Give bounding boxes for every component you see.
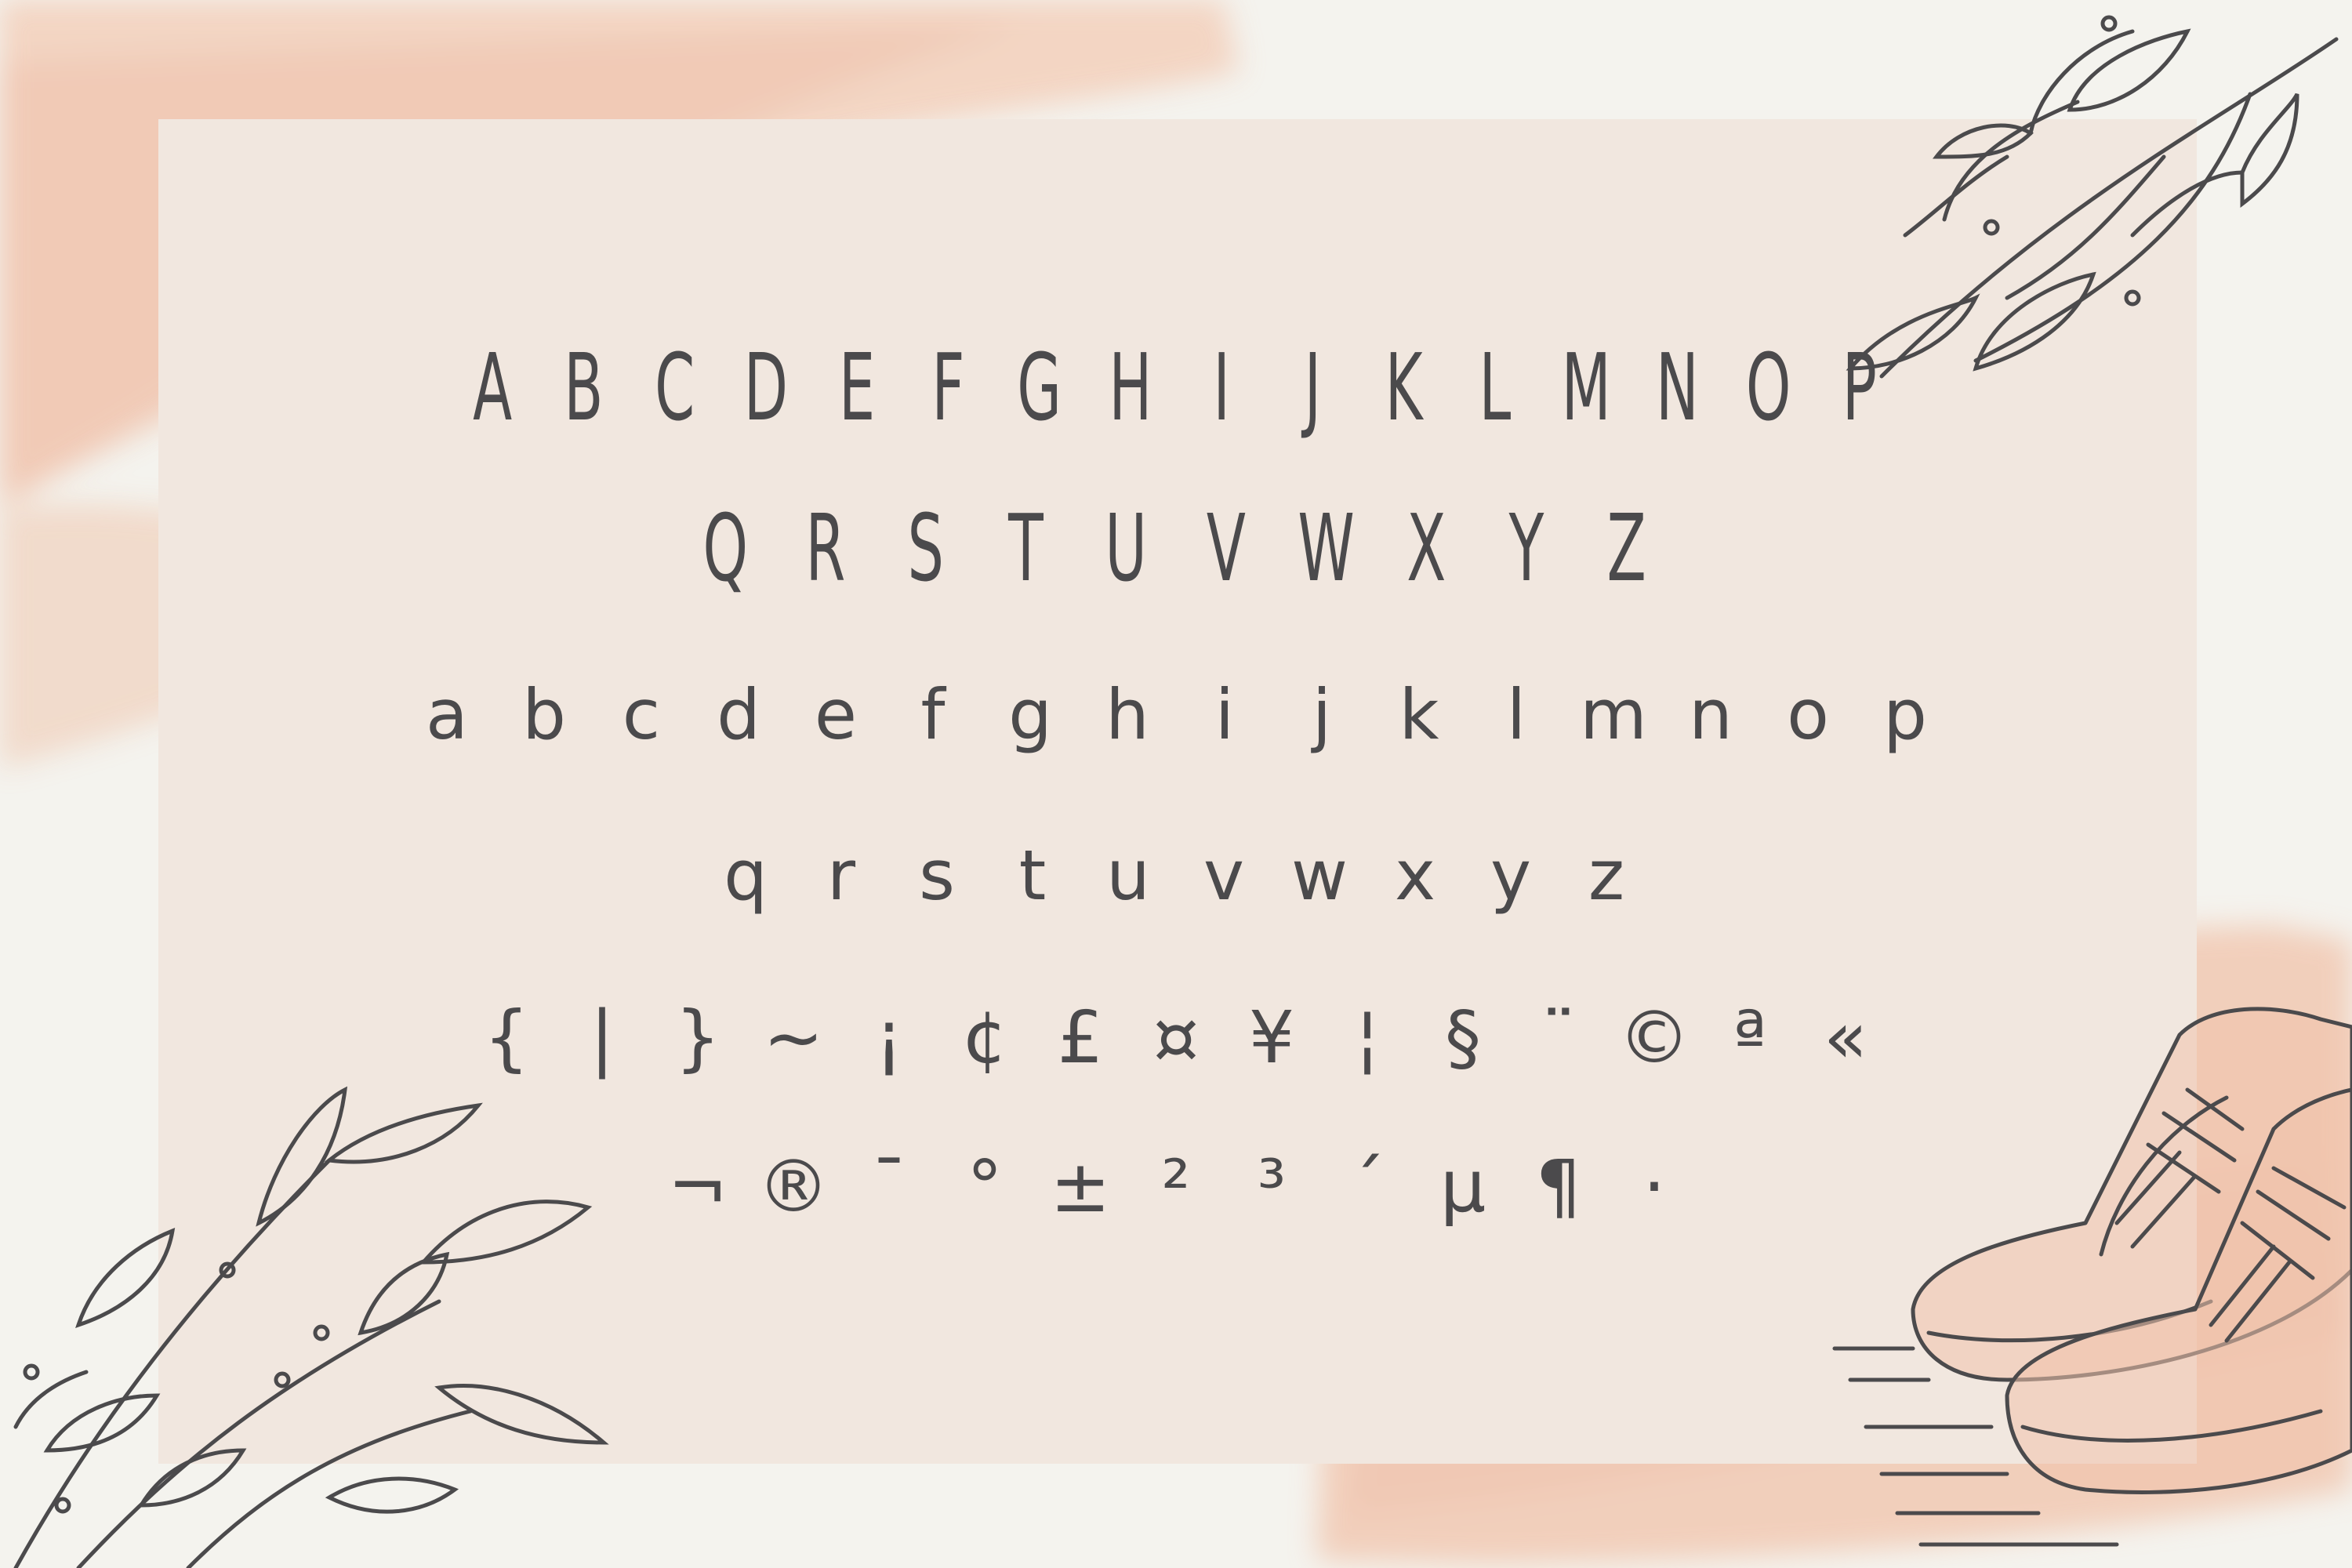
glyph: ± [1050, 1145, 1111, 1229]
glyph: O [1745, 333, 1791, 441]
glyph: r [826, 835, 856, 916]
glyph: N [1656, 333, 1699, 441]
glyph: ¥ [1248, 996, 1295, 1080]
glyph: f [920, 674, 946, 755]
glyph: Z [1606, 494, 1646, 602]
glyph: u [1106, 835, 1150, 916]
glyph: J [1304, 333, 1322, 441]
glyph: g [1008, 674, 1052, 755]
glyph: i [1214, 674, 1235, 755]
glyph: z [1588, 835, 1625, 916]
glyph: R [805, 494, 846, 602]
symbols-row-1: { | } ~ ¡ ¢ £ ¤ ¥ ¦ § ¨ © ª « [0, 996, 2352, 1080]
glyph: A [473, 333, 513, 441]
glyph: ¨ [1541, 996, 1577, 1080]
glyph: · [1642, 1145, 1666, 1229]
glyph: F [931, 333, 965, 441]
glyph: E [839, 333, 876, 441]
glyph: D [743, 333, 789, 441]
glyph: m [1580, 674, 1647, 755]
glyph: { [483, 996, 530, 1080]
glyph: ¡ [874, 996, 904, 1080]
glyph: W [1298, 494, 1355, 602]
glyph: h [1105, 674, 1149, 755]
glyph: | [590, 996, 615, 1080]
glyph: v [1203, 835, 1245, 916]
glyph: k [1399, 674, 1439, 755]
glyph: L [1479, 333, 1512, 441]
glyph: K [1385, 333, 1423, 441]
glyph: p [1883, 674, 1927, 755]
glyph: ² [1161, 1145, 1191, 1229]
glyph: M [1561, 333, 1611, 441]
uppercase-row-2: Q R S T U V W X Y Z [447, 494, 1905, 602]
glyph: I [1213, 333, 1230, 441]
glyph: n [1689, 674, 1733, 755]
glyph: ´ [1349, 1145, 1385, 1229]
glyph: d [717, 674, 760, 755]
glyph: ¬ [667, 1145, 728, 1229]
glyph: U [1105, 494, 1147, 602]
glyph: £ [1057, 996, 1104, 1080]
glyph: c [622, 674, 661, 755]
glyph: o [1787, 674, 1829, 755]
glyph: X [1406, 494, 1446, 602]
glyph: l [1506, 674, 1526, 755]
glyph: G [1017, 333, 1062, 441]
glyph-specimen: A B C D E F G H I J K L M N O P Q R S T … [0, 0, 2352, 1568]
glyph: x [1394, 835, 1436, 916]
glyph: ° [967, 1145, 1003, 1229]
glyph: µ [1439, 1145, 1486, 1229]
glyph: y [1490, 835, 1532, 916]
glyph: j [1312, 674, 1332, 755]
uppercase-row-1: A B C D E F G H I J K L M N O P [447, 333, 1905, 441]
glyph: ¦ [1355, 996, 1380, 1080]
glyph: « [1823, 996, 1868, 1080]
glyph: a [426, 674, 468, 755]
glyph: } [674, 996, 721, 1080]
glyph: ¶ [1535, 1145, 1582, 1229]
glyph: © [1618, 996, 1690, 1080]
lowercase-row-1: a b c d e f g h i j k l m n o p [0, 674, 2352, 755]
glyph: Y [1508, 494, 1544, 602]
glyph: V [1206, 494, 1246, 602]
symbols-row-2: ¬ ® ¯ ° ± ² ³ ´ µ ¶ · [0, 1145, 2352, 1229]
glyph: S [907, 494, 944, 602]
glyph: P [1842, 333, 1877, 441]
glyph: ³ [1257, 1145, 1287, 1229]
glyph: b [522, 674, 566, 755]
glyph: T [1008, 494, 1044, 602]
glyph: B [564, 333, 604, 441]
glyph: ª [1733, 996, 1767, 1080]
glyph: t [1018, 835, 1047, 916]
glyph: w [1291, 835, 1348, 916]
glyph: § [1445, 996, 1481, 1080]
lowercase-row-2: q r s t u v w x y z [0, 835, 2352, 916]
glyph: q [724, 835, 768, 916]
glyph: s [919, 835, 955, 916]
glyph: C [655, 333, 695, 441]
glyph: H [1109, 333, 1152, 441]
glyph: ¯ [871, 1145, 907, 1229]
glyph: Q [702, 494, 749, 602]
glyph: e [814, 674, 858, 755]
glyph: ¤ [1152, 996, 1200, 1080]
glyph: ¢ [961, 996, 1008, 1080]
glyph: ® [757, 1145, 829, 1229]
glyph: ~ [763, 996, 824, 1080]
